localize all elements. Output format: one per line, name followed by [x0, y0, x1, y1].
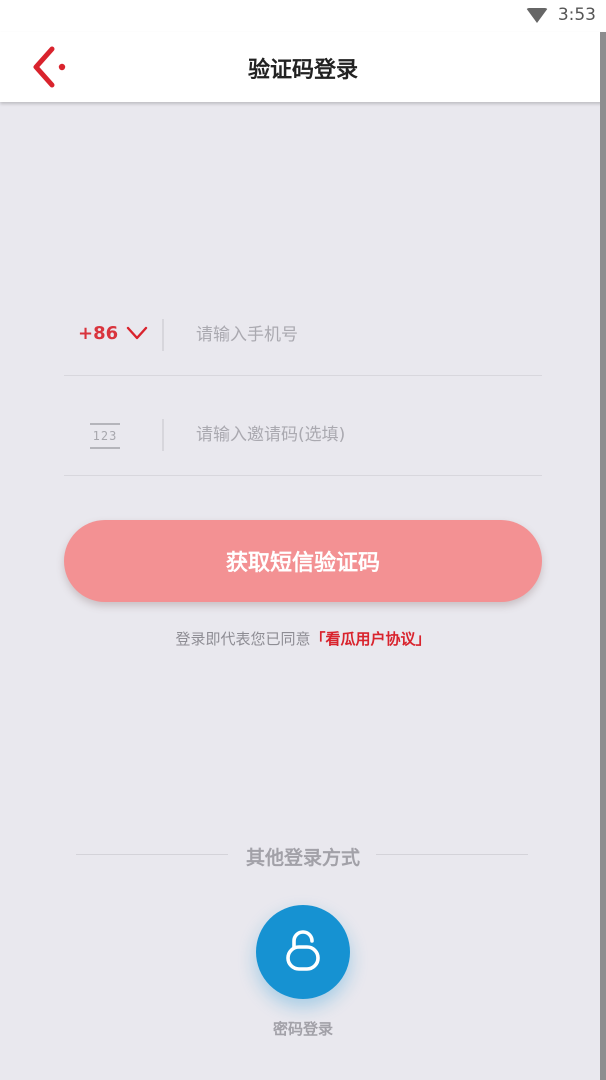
password-login-button[interactable]	[256, 905, 350, 999]
number-icon: 123	[90, 423, 120, 449]
divider-right	[376, 854, 528, 855]
scroll-edge	[600, 32, 606, 1080]
chevron-down-icon[interactable]	[126, 326, 148, 340]
phone-row: +86	[64, 276, 542, 376]
invite-code-input[interactable]	[196, 420, 526, 450]
country-code[interactable]: +86	[78, 323, 118, 344]
get-sms-code-button[interactable]: 获取短信验证码	[64, 520, 542, 602]
field-divider	[162, 419, 164, 451]
user-agreement-link[interactable]: 「看瓜用户协议」	[311, 630, 431, 648]
wifi-icon	[525, 7, 548, 23]
app-header: 验证码登录	[0, 32, 606, 102]
password-login-label: 密码登录	[272, 1020, 333, 1038]
field-divider	[162, 319, 164, 351]
invite-row: 123	[64, 376, 542, 476]
status-time: 3:53	[557, 5, 596, 25]
page-title: 验证码登录	[247, 58, 358, 83]
status-bar: 3:53	[0, 0, 606, 32]
agreement-prefix: 登录即代表您已同意	[175, 630, 311, 648]
phone-input[interactable]	[196, 320, 526, 350]
agreement-text: 登录即代表您已同意「看瓜用户协议」	[0, 628, 606, 649]
other-login-title: 其他登录方式	[245, 847, 360, 869]
lock-icon	[286, 930, 320, 971]
